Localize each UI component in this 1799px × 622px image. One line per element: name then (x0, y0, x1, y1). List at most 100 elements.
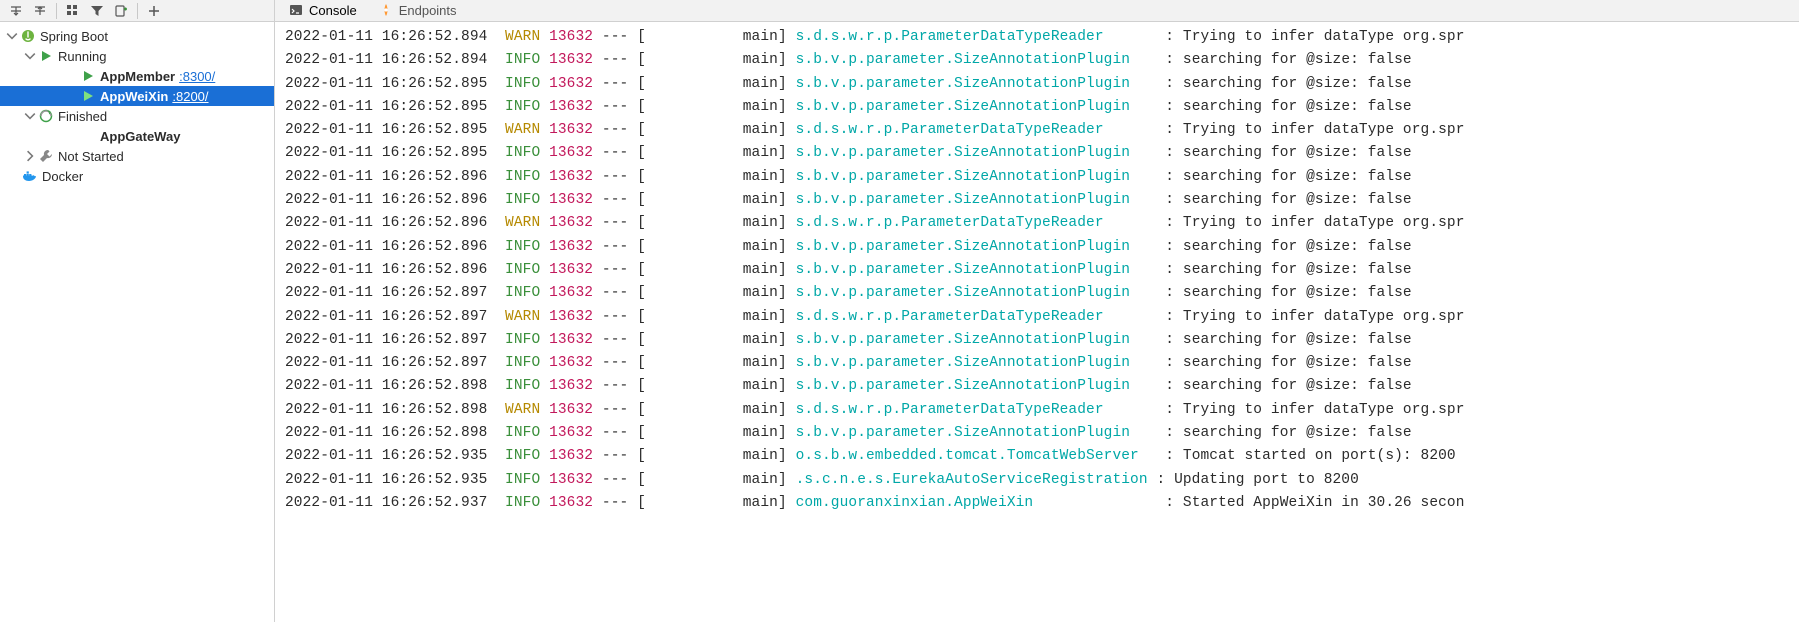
log-level: INFO (505, 99, 549, 115)
log-separator: --- (602, 99, 628, 115)
log-timestamp: 2022-01-11 16:26:52.896 (285, 215, 487, 231)
tree-node-label: Spring Boot (40, 29, 108, 44)
log-colon: : (1165, 52, 1174, 68)
log-bracket: [ (637, 192, 646, 208)
log-bracket: ] (778, 169, 787, 185)
main-tabs: Console Endpoints (275, 0, 1799, 22)
endpoints-icon (379, 3, 393, 17)
tab-label: Console (309, 3, 357, 18)
add-config-button[interactable] (111, 2, 131, 20)
collapse-all-button[interactable] (6, 2, 26, 20)
log-level: INFO (505, 76, 549, 92)
group-by-button[interactable] (63, 2, 83, 20)
log-bracket: [ (637, 402, 646, 418)
log-bracket: [ (637, 448, 646, 464)
log-logger: s.d.s.w.r.p.ParameterDataTypeReader (796, 29, 1166, 45)
log-pid: 13632 (549, 99, 593, 115)
log-bracket: ] (778, 76, 787, 92)
tree-node-running[interactable]: Running (0, 46, 274, 66)
log-timestamp: 2022-01-11 16:26:52.894 (285, 52, 487, 68)
log-bracket: [ (637, 378, 646, 394)
log-level: INFO (505, 355, 549, 371)
log-colon: : (1165, 215, 1174, 231)
log-level: INFO (505, 332, 549, 348)
log-bracket: [ (637, 472, 646, 488)
log-pid: 13632 (549, 76, 593, 92)
log-message: Trying to infer dataType org.spr (1183, 215, 1465, 231)
log-level: INFO (505, 169, 549, 185)
log-colon: : (1165, 285, 1174, 301)
log-level: INFO (505, 145, 549, 161)
log-separator: --- (602, 52, 628, 68)
run-icon (80, 88, 96, 104)
log-thread: main (743, 192, 778, 208)
log-bracket: [ (637, 285, 646, 301)
log-bracket: [ (637, 122, 646, 138)
log-message: Trying to infer dataType org.spr (1183, 309, 1465, 325)
log-line: 2022-01-11 16:26:52.898 INFO 13632 --- [… (285, 422, 1799, 445)
log-thread: main (743, 332, 778, 348)
log-separator: --- (602, 29, 628, 45)
log-message: Started AppWeiXin in 30.26 secon (1183, 495, 1465, 511)
log-bracket: [ (637, 262, 646, 278)
tree-node-port[interactable]: :8300/ (179, 69, 215, 84)
log-separator: --- (602, 215, 628, 231)
log-pid: 13632 (549, 239, 593, 255)
services-sidebar: Spring Boot Running AppMember :8300/ (0, 0, 275, 622)
log-colon: : (1165, 332, 1174, 348)
log-thread: main (743, 99, 778, 115)
add-service-button[interactable] (144, 2, 164, 20)
toolbar-separator (56, 3, 57, 19)
filter-button[interactable] (87, 2, 107, 20)
log-timestamp: 2022-01-11 16:26:52.895 (285, 122, 487, 138)
log-level: INFO (505, 425, 549, 441)
chevron-down-icon (24, 50, 36, 62)
tree-node-finished[interactable]: Finished (0, 106, 274, 126)
log-timestamp: 2022-01-11 16:26:52.897 (285, 285, 487, 301)
log-logger: s.b.v.p.parameter.SizeAnnotationPlugin (796, 355, 1166, 371)
log-level: INFO (505, 378, 549, 394)
log-timestamp: 2022-01-11 16:26:52.895 (285, 145, 487, 161)
log-bracket: ] (778, 425, 787, 441)
log-bracket: [ (637, 76, 646, 92)
tree-node-docker[interactable]: Docker (0, 166, 274, 186)
log-timestamp: 2022-01-11 16:26:52.896 (285, 262, 487, 278)
console-output[interactable]: 2022-01-11 16:26:52.894 WARN 13632 --- [… (275, 22, 1799, 622)
expand-all-button[interactable] (30, 2, 50, 20)
log-colon: : (1165, 402, 1174, 418)
log-thread: main (743, 145, 778, 161)
log-logger: s.b.v.p.parameter.SizeAnnotationPlugin (796, 192, 1166, 208)
log-bracket: ] (778, 192, 787, 208)
log-separator: --- (602, 262, 628, 278)
log-timestamp: 2022-01-11 16:26:52.894 (285, 29, 487, 45)
tree-node-appweixin[interactable]: AppWeiXin :8200/ (0, 86, 274, 106)
tab-console[interactable]: Console (283, 0, 363, 21)
log-bracket: [ (637, 239, 646, 255)
log-line: 2022-01-11 16:26:52.894 WARN 13632 --- [… (285, 26, 1799, 49)
log-timestamp: 2022-01-11 16:26:52.896 (285, 239, 487, 255)
log-timestamp: 2022-01-11 16:26:52.896 (285, 169, 487, 185)
log-separator: --- (602, 192, 628, 208)
log-timestamp: 2022-01-11 16:26:52.898 (285, 378, 487, 394)
running-icon (38, 48, 54, 64)
tree-node-not-started[interactable]: Not Started (0, 146, 274, 166)
tree-node-appmember[interactable]: AppMember :8300/ (0, 66, 274, 86)
tree-node-appgateway[interactable]: AppGateWay (0, 126, 274, 146)
log-message: searching for @size: false (1183, 332, 1412, 348)
tree-node-port[interactable]: :8200/ (172, 89, 208, 104)
log-message: searching for @size: false (1183, 285, 1412, 301)
tab-endpoints[interactable]: Endpoints (373, 0, 463, 21)
log-level: INFO (505, 192, 549, 208)
log-level: INFO (505, 262, 549, 278)
tree-node-spring-boot[interactable]: Spring Boot (0, 26, 274, 46)
log-colon: : (1165, 29, 1174, 45)
log-bracket: ] (778, 472, 787, 488)
log-bracket: [ (637, 99, 646, 115)
spring-boot-icon (20, 28, 36, 44)
log-level: INFO (505, 239, 549, 255)
log-line: 2022-01-11 16:26:52.935 INFO 13632 --- [… (285, 445, 1799, 468)
log-separator: --- (602, 495, 628, 511)
log-line: 2022-01-11 16:26:52.937 INFO 13632 --- [… (285, 492, 1799, 515)
log-separator: --- (602, 425, 628, 441)
log-line: 2022-01-11 16:26:52.895 WARN 13632 --- [… (285, 119, 1799, 142)
